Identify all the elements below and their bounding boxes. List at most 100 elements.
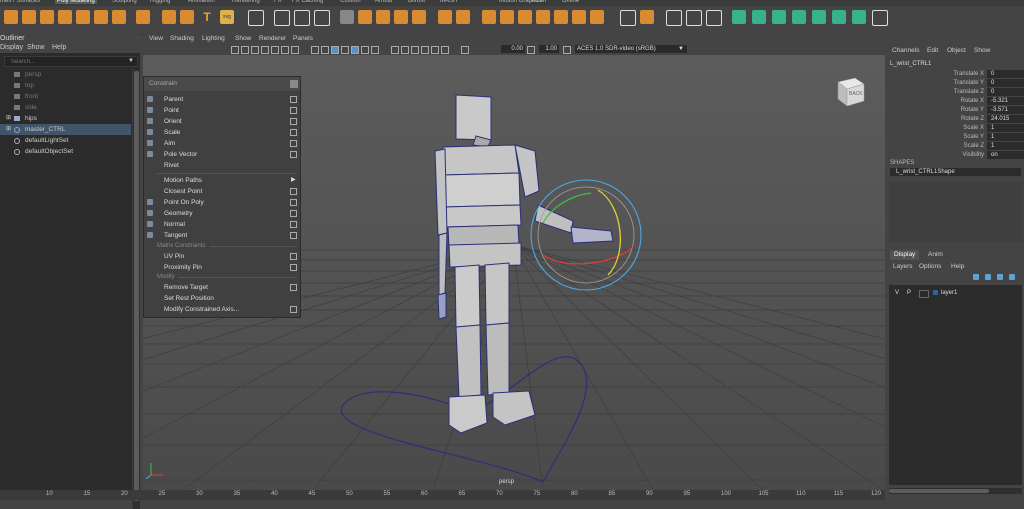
option-box-icon[interactable]	[290, 253, 297, 260]
scissors-icon[interactable]	[294, 10, 310, 26]
menu-item-parent[interactable]: Parent	[144, 94, 300, 105]
gamma-field[interactable]: 1.00	[539, 45, 559, 53]
unfold-icon[interactable]	[852, 10, 866, 24]
cylindrical-map-icon[interactable]	[772, 10, 786, 24]
scrollbar-thumb[interactable]	[889, 489, 989, 493]
shelf-tab[interactable]: Arnold	[375, 0, 392, 4]
outliner-scrollbar[interactable]	[132, 69, 140, 509]
option-box-icon[interactable]	[290, 221, 297, 228]
menu-item-pole-vector[interactable]: Pole Vector	[144, 149, 300, 160]
shelf-tab[interactable]: Animation	[188, 0, 215, 4]
attribute-row[interactable]: Rotate X -5.321	[887, 97, 1024, 106]
color-management-icon[interactable]	[563, 46, 571, 54]
sew-icon[interactable]	[872, 10, 888, 26]
new-layer-selected-icon[interactable]	[1009, 274, 1015, 280]
shelf-tab[interactable]: FX	[274, 0, 282, 4]
motion-blur-icon[interactable]	[411, 46, 419, 54]
combine-icon[interactable]	[340, 10, 354, 24]
resolution-gate-icon[interactable]	[251, 46, 259, 54]
shelf-tab[interactable]: Sculpting	[112, 0, 137, 4]
attribute-row[interactable]: Translate X0	[887, 70, 1024, 79]
menu-item-point[interactable]: Point	[144, 105, 300, 116]
smooth-icon[interactable]	[394, 10, 408, 24]
scrollbar-thumb[interactable]	[134, 71, 139, 501]
outliner-item-defaultlightset[interactable]: defaultLightSet	[0, 135, 131, 146]
target-icon[interactable]	[314, 10, 330, 26]
menu-item-aim[interactable]: Aim	[144, 138, 300, 149]
poly-cylinder-icon[interactable]	[40, 10, 54, 24]
menu-item-rivet[interactable]: Rivet	[144, 160, 300, 171]
planar-map-icon[interactable]	[752, 10, 766, 24]
outliner-item-front[interactable]: front	[0, 91, 131, 102]
option-box-icon[interactable]	[290, 118, 297, 125]
outliner-item-top[interactable]: top	[0, 80, 131, 91]
option-box-icon[interactable]	[290, 140, 297, 147]
shelf-tab[interactable]: Bifrost	[408, 0, 425, 4]
append-icon[interactable]	[500, 10, 514, 24]
viewport-menu-view[interactable]: View	[149, 34, 163, 44]
outliner-item-hips[interactable]: ⊞ hips	[0, 113, 131, 124]
bevel-icon[interactable]	[482, 10, 496, 24]
menu-item-remove-target[interactable]: Remove Target	[144, 282, 300, 293]
attribute-row[interactable]: Rotate Z 24.015	[887, 115, 1024, 124]
attribute-row[interactable]: Rotate Y -3.571	[887, 106, 1024, 115]
layer-menu-options[interactable]: Options	[919, 262, 941, 271]
channel-menu-channels[interactable]: Channels	[892, 46, 919, 55]
mirror-icon[interactable]	[412, 10, 426, 24]
outliner-item-persp[interactable]: persp	[0, 69, 131, 80]
channel-menu-object[interactable]: Object	[947, 46, 966, 55]
attribute-row[interactable]: Translate Y0	[887, 79, 1024, 88]
attribute-value[interactable]: 0	[987, 88, 1024, 96]
gate-mask-icon[interactable]	[261, 46, 269, 54]
extrude-icon[interactable]	[456, 10, 470, 24]
insert-edgeloop-icon[interactable]	[686, 10, 702, 26]
snap-icon[interactable]	[274, 10, 290, 26]
shelf-tab[interactable]: MASH	[440, 0, 457, 4]
viewport-menu-renderer[interactable]: Renderer	[259, 34, 286, 44]
poly-pipe-icon[interactable]	[94, 10, 108, 24]
option-box-icon[interactable]	[290, 264, 297, 271]
tab-anim[interactable]: Anim	[924, 250, 947, 260]
ambient-occlusion-icon[interactable]	[401, 46, 409, 54]
attribute-row[interactable]: Scale X1	[887, 124, 1024, 133]
menu-item-motion-paths[interactable]: Motion Paths ▶	[144, 175, 300, 186]
menu-item-geometry[interactable]: Geometry	[144, 208, 300, 219]
bridge-icon[interactable]	[438, 10, 452, 24]
node-name[interactable]: L_wrist_CTRL1	[890, 61, 931, 67]
attribute-value[interactable]: 0	[987, 70, 1024, 78]
new-layer-icon[interactable]	[997, 274, 1003, 280]
shadows-icon[interactable]	[391, 46, 399, 54]
menu-item-orient[interactable]: Orient	[144, 116, 300, 127]
shelf-tab[interactable]: Rigging	[150, 0, 170, 4]
grid-icon[interactable]	[248, 10, 264, 26]
option-box-icon[interactable]	[290, 107, 297, 114]
option-box-icon[interactable]	[290, 232, 297, 239]
isolate-select-icon[interactable]	[441, 46, 449, 54]
xray-joints-icon[interactable]	[351, 46, 359, 54]
fill-hole-icon[interactable]	[518, 10, 532, 24]
attribute-value[interactable]: 1	[987, 133, 1024, 141]
textured-icon[interactable]	[361, 46, 369, 54]
attribute-row[interactable]: Scale Y1	[887, 133, 1024, 142]
layer-menu-layers[interactable]: Layers	[893, 262, 913, 271]
depth-of-field-icon[interactable]	[431, 46, 439, 54]
gamma-icon[interactable]	[527, 46, 535, 54]
text-tool-icon[interactable]: T	[200, 10, 214, 24]
shape-node-name[interactable]: L_wrist_CTRL1Shape	[890, 168, 1021, 176]
weld-icon[interactable]	[572, 10, 586, 24]
expand-icon[interactable]: ⊞	[6, 124, 11, 135]
viewport-menu-panels[interactable]: Panels	[293, 34, 313, 44]
option-box-icon[interactable]	[290, 284, 297, 291]
layer-visibility-toggle[interactable]: V	[895, 288, 899, 298]
exposure-field[interactable]: 0.00	[501, 45, 525, 53]
attribute-value[interactable]: on	[987, 151, 1024, 159]
collapse-icon[interactable]	[536, 10, 550, 24]
option-box-icon[interactable]	[290, 188, 297, 195]
outliner-menu-display[interactable]: Display	[0, 43, 23, 53]
menu-item-uv-pin[interactable]: UV Pin	[144, 251, 300, 262]
viewport-menu-show[interactable]: Show	[235, 34, 251, 44]
menu-item-proximity-pin[interactable]: Proximity Pin	[144, 262, 300, 273]
poly-prism-icon[interactable]	[136, 10, 150, 24]
viewcube[interactable]: BACK	[835, 75, 867, 107]
attribute-value[interactable]: 24.015	[987, 115, 1024, 123]
